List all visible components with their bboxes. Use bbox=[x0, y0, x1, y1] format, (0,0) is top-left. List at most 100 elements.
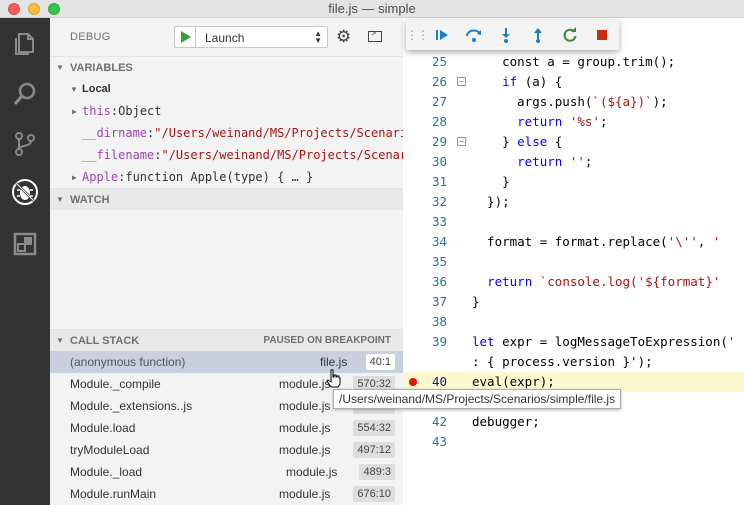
code-text: return `console.log('${format}' bbox=[472, 274, 720, 289]
code-line[interactable]: 34 format = format.replace('\'', ' bbox=[403, 232, 744, 252]
step-over-button[interactable] bbox=[458, 20, 490, 50]
code-token: ; bbox=[584, 154, 593, 169]
code-line[interactable]: 42 debugger; bbox=[403, 412, 744, 432]
code-token: (a) { bbox=[517, 74, 563, 89]
variable-name: __dirname bbox=[82, 126, 148, 140]
search-icon[interactable] bbox=[11, 80, 39, 108]
stop-button[interactable] bbox=[586, 20, 618, 50]
stack-frame-row[interactable]: Module._load module.js 489:3 bbox=[50, 461, 403, 483]
code-line[interactable]: 25 const a = group.trim(); bbox=[403, 52, 744, 72]
variables-section-header[interactable]: ▼ VARIABLES bbox=[50, 56, 403, 78]
code-token: else bbox=[517, 134, 548, 149]
fold-toggle-icon[interactable]: − bbox=[457, 77, 466, 86]
variable-name: this bbox=[82, 104, 111, 118]
fold-toggle-icon[interactable]: − bbox=[457, 137, 466, 146]
code-token: args.push( bbox=[472, 94, 593, 109]
stack-frame-row[interactable]: tryModuleLoad module.js 497:12 bbox=[50, 439, 403, 461]
scope-local[interactable]: ▼ Local bbox=[50, 78, 403, 100]
line-number: 25 bbox=[431, 54, 447, 69]
step-into-button[interactable] bbox=[490, 20, 522, 50]
debug-icon[interactable] bbox=[11, 178, 39, 206]
explorer-icon[interactable] bbox=[11, 30, 39, 58]
stack-frame-file: module.js bbox=[279, 399, 331, 413]
code-text: } bbox=[472, 174, 510, 189]
stack-frame-file: file.js bbox=[320, 355, 348, 369]
line-number: 40 bbox=[431, 374, 447, 389]
stack-frame-row[interactable]: Module.load module.js 554:32 bbox=[50, 417, 403, 439]
variable-row[interactable]: __filename: "/Users/weinand/MS/Projects/… bbox=[50, 144, 403, 166]
call-stack-list: (anonymous function) file.js 40:1 Module._c… bbox=[50, 351, 403, 505]
code-token: return bbox=[517, 154, 563, 169]
line-number: 43 bbox=[431, 434, 447, 449]
variable-row[interactable]: ▶ Apple: function Apple(type) { … } bbox=[50, 166, 403, 188]
code-line[interactable]: 33 bbox=[403, 212, 744, 232]
line-number: 37 bbox=[431, 294, 447, 309]
variable-row[interactable]: __dirname: "/Users/weinand/MS/Projects/S… bbox=[50, 122, 403, 144]
code-line[interactable]: 43 bbox=[403, 432, 744, 452]
code-token: '%s' bbox=[569, 114, 600, 129]
code-line[interactable]: 28 return '%s'; bbox=[403, 112, 744, 132]
gear-icon[interactable]: ⚙ bbox=[336, 28, 351, 45]
stack-frame-function: Module._extensions..js bbox=[70, 399, 193, 413]
step-out-button[interactable] bbox=[522, 20, 554, 50]
code-line[interactable]: 37} bbox=[403, 292, 744, 312]
stack-frame-row[interactable]: Module.runMain module.js 676:10 bbox=[50, 483, 403, 505]
extensions-icon[interactable] bbox=[11, 230, 39, 258]
code-line[interactable]: 30 return ''; bbox=[403, 152, 744, 172]
line-number: 38 bbox=[431, 314, 447, 329]
code-text: const a = group.trim(); bbox=[472, 54, 675, 69]
code-token: eval(expr); bbox=[472, 374, 555, 389]
code-text: : { process.version }'); bbox=[472, 354, 653, 369]
code-token: format = format.replace( bbox=[472, 234, 668, 249]
code-line[interactable]: 29 − } else { bbox=[403, 132, 744, 152]
debug-toolbar: ⋮⋮ bbox=[406, 20, 619, 50]
source-control-icon[interactable] bbox=[11, 130, 39, 158]
code-line[interactable]: 31 } bbox=[403, 172, 744, 192]
code-line[interactable]: 26 − if (a) { bbox=[403, 72, 744, 92]
step-out-icon bbox=[534, 28, 542, 43]
code-token: return bbox=[517, 114, 563, 129]
line-number: 36 bbox=[431, 274, 447, 289]
variable-value: "/Users/weinand/MS/Projects/Scenario… bbox=[154, 126, 403, 140]
code-line[interactable]: 38 bbox=[403, 312, 744, 332]
code-token: , bbox=[697, 234, 713, 249]
code-line[interactable]: 32 }); bbox=[403, 192, 744, 212]
code-line[interactable]: 39 let expr = logMessageToExpression(' bbox=[403, 332, 744, 352]
code-token: '\'' bbox=[667, 234, 698, 249]
debug-console-icon[interactable] bbox=[368, 28, 382, 42]
code-line[interactable]: 35 bbox=[403, 252, 744, 272]
window-title: file.js — simple bbox=[328, 1, 416, 16]
variable-separator: : bbox=[154, 148, 162, 162]
code-editor[interactable]: 25 const a = group.trim(); 26 − if (a) { 27… bbox=[403, 18, 744, 505]
code-token: `(${a})` bbox=[592, 94, 653, 109]
restart-icon bbox=[563, 27, 577, 42]
launch-config-label: Launch bbox=[205, 31, 245, 45]
code-line[interactable]: 36 return `console.log('${format}' bbox=[403, 272, 744, 292]
line-number: 26 bbox=[431, 74, 447, 89]
stack-frame-position: 676:10 bbox=[353, 486, 395, 502]
restart-button[interactable] bbox=[554, 20, 586, 50]
watch-section-header[interactable]: ▼ WATCH bbox=[50, 188, 403, 210]
stack-frame-position: 40:1 bbox=[365, 354, 395, 370]
stack-frame-file: module.js bbox=[279, 443, 331, 457]
drag-handle-icon[interactable]: ⋮⋮ bbox=[406, 28, 429, 42]
code-token: '' bbox=[569, 154, 585, 169]
code-line[interactable]: 27 args.push(`(${a})`); bbox=[403, 92, 744, 112]
variable-row[interactable]: ▶ this: Object bbox=[50, 100, 403, 122]
code-text: if (a) { bbox=[472, 74, 562, 89]
line-number: 32 bbox=[431, 194, 447, 209]
launch-config-select[interactable]: Launch ▲ ▼ bbox=[174, 26, 328, 48]
stack-frame-row[interactable]: (anonymous function) file.js 40:1 bbox=[50, 351, 403, 373]
code-line-wrapped[interactable]: : { process.version }'); bbox=[403, 352, 744, 372]
code-text: let expr = logMessageToExpression(' bbox=[472, 334, 735, 349]
call-stack-section-header[interactable]: ▼ CALL STACK PAUSED ON BREAKPOINT bbox=[50, 329, 403, 351]
code-token: : { process.version }'); bbox=[472, 354, 653, 369]
continue-button[interactable] bbox=[426, 20, 458, 50]
chevron-right-icon: ▶ bbox=[72, 106, 77, 116]
start-debugging-icon[interactable] bbox=[181, 31, 191, 43]
stack-frame-function: Module._load bbox=[70, 465, 143, 479]
variable-separator: : bbox=[118, 170, 126, 184]
